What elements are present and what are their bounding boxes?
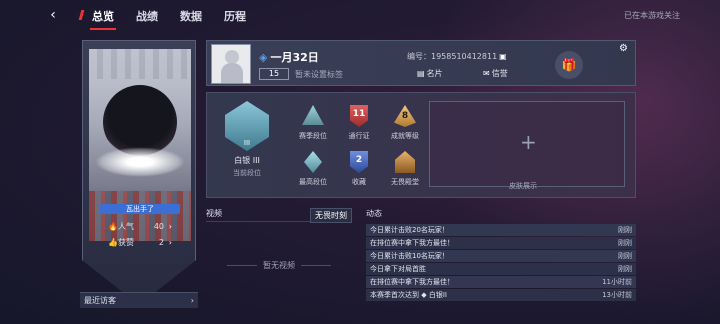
season-rank-icon [302,105,324,125]
popularity-value: 40 [153,221,164,231]
highest-rank-icon [304,151,322,173]
current-rank[interactable]: III 白银 III 当前段位 [219,101,275,178]
top-nav: ‹ 总览 战绩 数据 历程 已在本游戏关注 [0,0,720,30]
season-rank[interactable]: 赛季段位 [291,105,335,141]
hall-icon [395,151,415,173]
tab-record[interactable]: 战绩 [128,6,166,28]
tag-setting[interactable]: 暂未设置标签 [295,69,343,80]
fire-icon: 🔥 [108,221,118,231]
tab-overview[interactable]: 总览 [84,6,122,30]
likes-value: 2 [158,237,164,247]
profile-header: ◈ 一月32日 15 暂未设置标签 编号：1958510412811 ▣ ▤ 名片 ✉… [206,40,636,86]
list-item[interactable]: 今日拿下对局首胜 刚刚 [366,263,636,275]
video-filter-select[interactable]: 无畏时刻 [310,208,352,223]
list-item[interactable]: 在排位赛中拿下我方最佳！ 11小时前 [366,276,636,288]
envelope-icon: ✉ [483,69,490,78]
watching-status: 已在本游戏关注 [624,11,680,20]
settings-icon[interactable]: ⚙ [619,43,628,54]
skin-showcase-label: 皮肤展示 [509,182,537,190]
player-card[interactable] [82,40,196,296]
avatar[interactable] [211,44,251,84]
list-item[interactable]: 本赛季首次达到 ◆ 白银II 13小时前 [366,289,636,301]
list-item[interactable]: 在排位赛中拿下我方最佳！ 刚刚 [366,237,636,249]
popularity-row[interactable]: 🔥 人气 40 › [108,220,172,232]
skin-showcase[interactable]: + [429,101,625,187]
tab-history[interactable]: 历程 [216,6,254,28]
chevron-right-icon: › [190,296,194,305]
pass-icon: 11 [350,105,368,127]
wings-art [95,147,185,177]
ranks-panel: III 白银 III 当前段位 赛季段位 11 通行证 8 成就等级 最高段位 … [206,92,636,198]
reputation-button[interactable]: ✉ 信誉 [483,68,508,79]
thumbs-up-icon: 👍 [108,237,118,247]
collection[interactable]: 2 收藏 [337,151,381,187]
list-item[interactable]: 今日累计击败20名玩家！ 刚刚 [366,224,636,236]
popularity-label: 人气 [118,221,134,231]
card-icon: ▤ [417,69,425,78]
fearless-hall[interactable]: 无畏殿堂 [383,151,427,187]
town-art [89,191,191,241]
achievement-level[interactable]: 8 成就等级 [383,105,427,141]
chevron-right-icon: › [168,221,172,231]
back-arrow-icon[interactable]: ‹ [44,6,62,24]
tab-bar: 总览 战绩 数据 历程 [84,6,260,30]
current-rank-label: 当前段位 [233,169,261,177]
player-name: ◈ 一月32日 [259,51,319,64]
out-button[interactable]: 瓦出手了 [100,204,180,214]
likes-label: 获赞 [118,237,134,247]
list-item[interactable]: 今日累计击败10名玩家！ 刚刚 [366,250,636,262]
gift-icon[interactable]: 🎁 [555,51,583,79]
plus-icon: + [520,130,537,154]
level-badge: 15 [259,68,289,80]
video-title: 视频 [206,209,222,218]
news-title: 动态 [366,209,382,218]
silver-rank-icon: III [225,101,269,151]
player-id: 编号：1958510412811 ▣ [407,52,507,61]
rank-gem-icon: ◈ [259,51,268,64]
likes-row[interactable]: 👍 获赞 2 › [108,236,172,248]
collection-icon: 2 [350,151,368,173]
tab-data[interactable]: 数据 [172,6,210,28]
recent-visitors-label: 最近访客 [84,296,116,305]
copy-icon[interactable]: ▣ [499,52,507,61]
video-header: 视频 无畏时刻 [206,208,352,223]
current-rank-name: 白银 III [234,156,260,165]
achievement-icon: 8 [394,105,416,127]
no-video-text: 暂无视频 [206,260,352,271]
highest-rank[interactable]: 最高段位 [291,151,335,187]
namecard-button[interactable]: ▤ 名片 [417,68,443,79]
recent-visitors-button[interactable]: 最近访客 › [80,292,198,308]
news-list: 今日累计击败20名玩家！ 刚刚 在排位赛中拿下我方最佳！ 刚刚 今日累计击败10… [366,224,636,302]
battle-pass[interactable]: 11 通行证 [337,105,381,141]
chevron-right-icon: › [168,237,172,247]
